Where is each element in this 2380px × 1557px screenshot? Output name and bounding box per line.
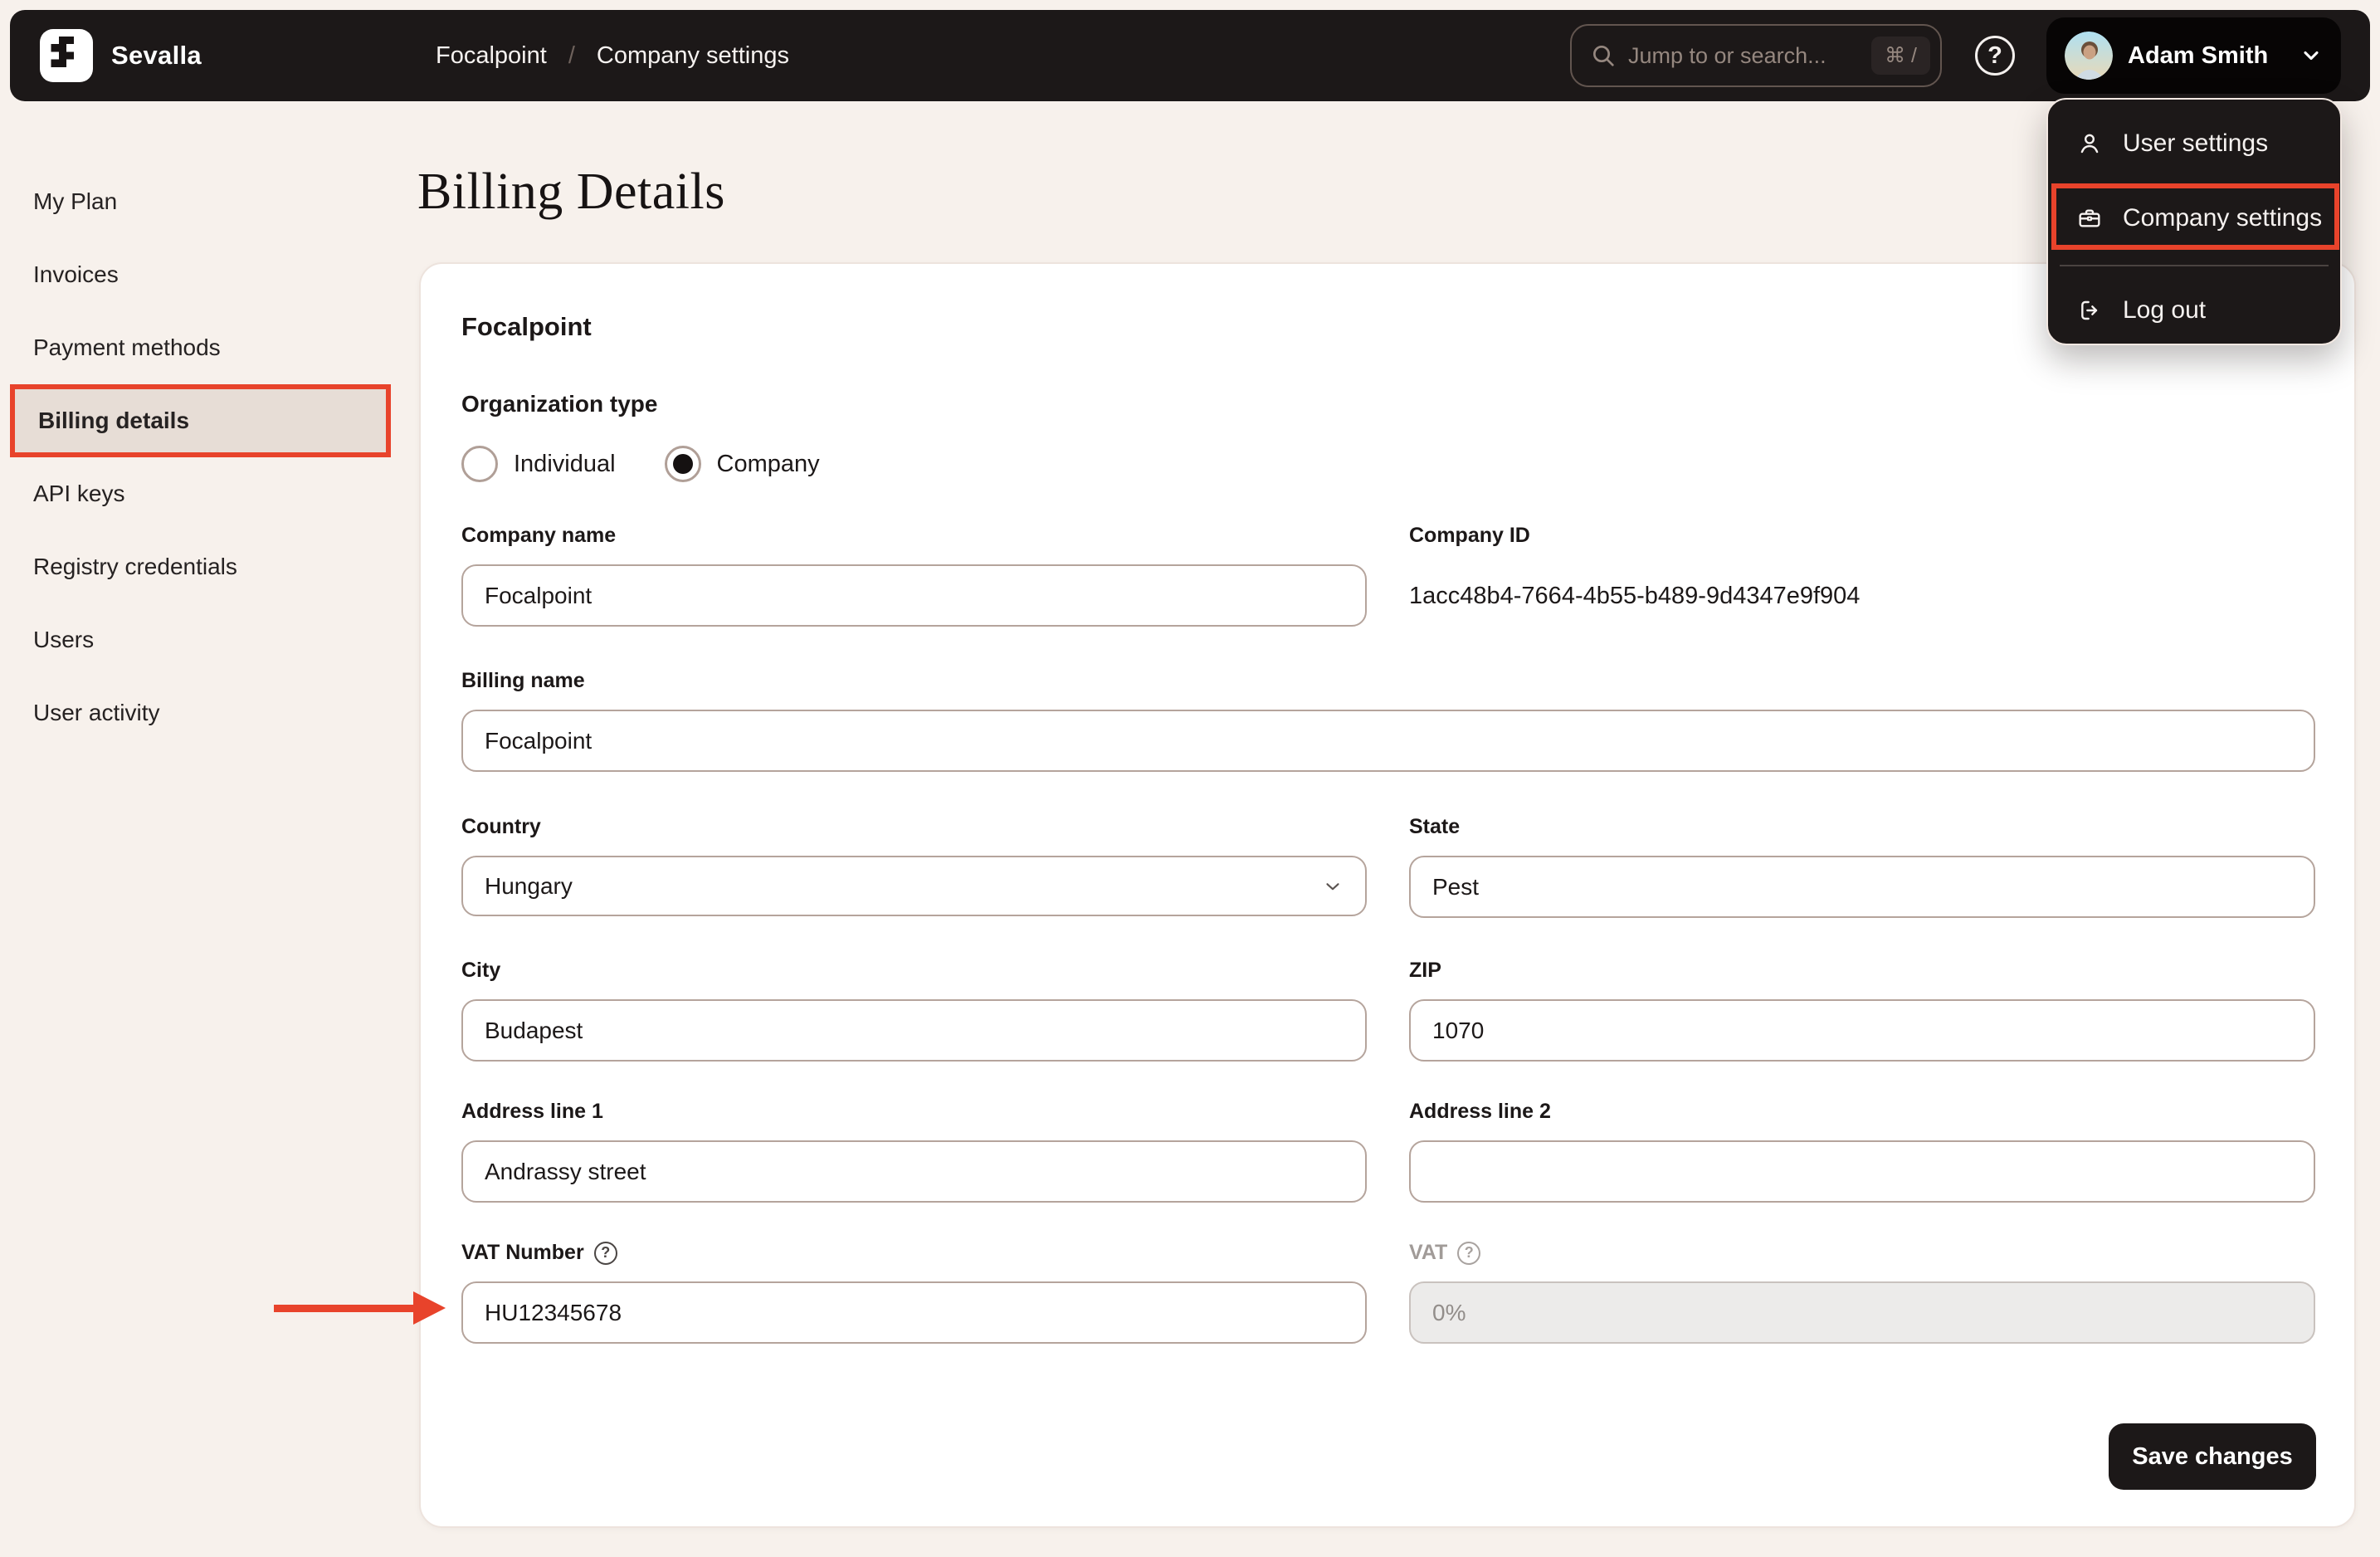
select-chevron-icon <box>1326 882 1339 890</box>
address-line-2-label: Address line 2 <box>1409 1100 1551 1123</box>
vat-number-help-icon[interactable]: ? <box>593 1241 617 1265</box>
user-name: Adam Smith <box>2128 41 2269 69</box>
sidebar-item-label: Payment methods <box>33 334 221 360</box>
country-select[interactable]: Hungary <box>461 856 1367 916</box>
search-shortcut-badge: ⌘ / <box>1871 37 1930 75</box>
search-icon <box>1593 46 1614 66</box>
breadcrumb-parent[interactable]: Focalpoint <box>436 42 547 70</box>
vat-number-input[interactable] <box>461 1281 1367 1344</box>
sidebar-item-invoices[interactable]: Invoices <box>10 238 391 311</box>
vat-input <box>1409 1281 2315 1344</box>
zip-label: ZIP <box>1409 959 1441 982</box>
save-changes-button[interactable]: Save changes <box>2109 1423 2316 1490</box>
country-label: Country <box>461 815 541 838</box>
sidebar-item-label: Billing details <box>38 408 190 433</box>
sidebar-item-label: My Plan <box>33 188 118 214</box>
city-input[interactable] <box>461 999 1367 1062</box>
breadcrumb-current[interactable]: Company settings <box>597 42 789 70</box>
menu-item-log-out[interactable]: Log out <box>2048 278 2340 343</box>
breadcrumb-separator: / <box>568 41 575 69</box>
user-menu-button[interactable]: Adam Smith <box>2046 17 2341 94</box>
page-title: Billing Details <box>417 164 725 220</box>
radio-company[interactable] <box>664 446 701 482</box>
vat-label: VAT ? <box>1409 1241 1481 1265</box>
menu-item-company-settings[interactable]: Company settings <box>2048 186 2340 251</box>
menu-item-label: Company settings <box>2123 204 2323 232</box>
sidebar-item-api-keys[interactable]: API keys <box>10 457 391 530</box>
billing-details-card: Focalpoint Organization type Individual … <box>419 262 2356 1528</box>
sidebar-item-label: User activity <box>33 700 160 725</box>
address-line-2-input[interactable] <box>1409 1140 2315 1203</box>
sidebar-item-label: Users <box>33 627 95 652</box>
sidebar-item-users[interactable]: Users <box>10 603 391 676</box>
organization-type-label: Organization type <box>461 391 658 417</box>
address-line-1-label: Address line 1 <box>461 1100 603 1123</box>
company-card-title: Focalpoint <box>461 312 592 341</box>
address-line-1-input[interactable] <box>461 1140 1367 1203</box>
organization-type-radio-group: Individual Company <box>461 445 820 483</box>
zip-input[interactable] <box>1409 999 2315 1062</box>
settings-sidebar: My Plan Invoices Payment methods Billing… <box>10 165 391 749</box>
sidebar-item-user-activity[interactable]: User activity <box>10 676 391 749</box>
menu-item-label: User settings <box>2123 129 2269 157</box>
menu-divider <box>2060 265 2329 266</box>
vat-label-text: VAT <box>1409 1241 1448 1264</box>
city-label: City <box>461 959 501 982</box>
global-search[interactable]: ⌘ / <box>1570 24 1942 87</box>
sidebar-item-registry-credentials[interactable]: Registry credentials <box>10 530 391 603</box>
billing-name-input[interactable] <box>461 710 2315 772</box>
radio-individual-label: Individual <box>514 450 616 477</box>
company-name-input[interactable] <box>461 564 1367 627</box>
sidebar-item-label: API keys <box>33 481 125 506</box>
company-id-label: Company ID <box>1409 524 1530 547</box>
country-selected-value: Hungary <box>485 872 573 899</box>
briefcase-icon <box>2079 209 2100 227</box>
state-label: State <box>1409 815 1461 838</box>
company-id-value: 1acc48b4-7664-4b55-b489-9d4347e9f904 <box>1409 583 1861 609</box>
sevalla-pixel-s <box>51 37 75 67</box>
sidebar-item-label: Registry credentials <box>33 554 237 579</box>
chevron-down-icon <box>2304 51 2319 61</box>
avatar <box>2065 32 2113 80</box>
radio-individual[interactable] <box>461 446 498 482</box>
vat-number-label-text: VAT Number <box>461 1241 584 1264</box>
logout-icon <box>2081 300 2098 320</box>
search-input[interactable] <box>1628 42 1827 69</box>
menu-item-user-settings[interactable]: User settings <box>2048 111 2340 176</box>
sevalla-logo-icon <box>40 29 93 82</box>
help-icon[interactable]: ? <box>1975 36 2015 76</box>
sidebar-item-label: Invoices <box>33 261 119 287</box>
vat-help-icon[interactable]: ? <box>1457 1241 1481 1265</box>
billing-name-label: Billing name <box>461 669 585 692</box>
vat-number-label: VAT Number ? <box>461 1241 617 1265</box>
brand[interactable]: Sevalla <box>40 29 202 82</box>
sidebar-item-payment-methods[interactable]: Payment methods <box>10 311 391 384</box>
state-input[interactable] <box>1409 856 2315 918</box>
radio-company-label: Company <box>716 450 820 477</box>
top-bar: Sevalla Focalpoint / Company settings ⌘ … <box>10 10 2370 101</box>
sidebar-item-my-plan[interactable]: My Plan <box>10 165 391 238</box>
user-dropdown-menu: User settings Company settings Log out <box>2046 98 2342 345</box>
annotation-arrow-vat-number <box>274 1291 446 1325</box>
sidebar-item-billing-details[interactable]: Billing details <box>10 384 391 457</box>
menu-item-label: Log out <box>2123 296 2207 324</box>
breadcrumb: Focalpoint / Company settings <box>436 10 789 101</box>
company-name-label: Company name <box>461 524 617 547</box>
user-icon <box>2080 134 2099 154</box>
brand-name: Sevalla <box>111 41 202 70</box>
